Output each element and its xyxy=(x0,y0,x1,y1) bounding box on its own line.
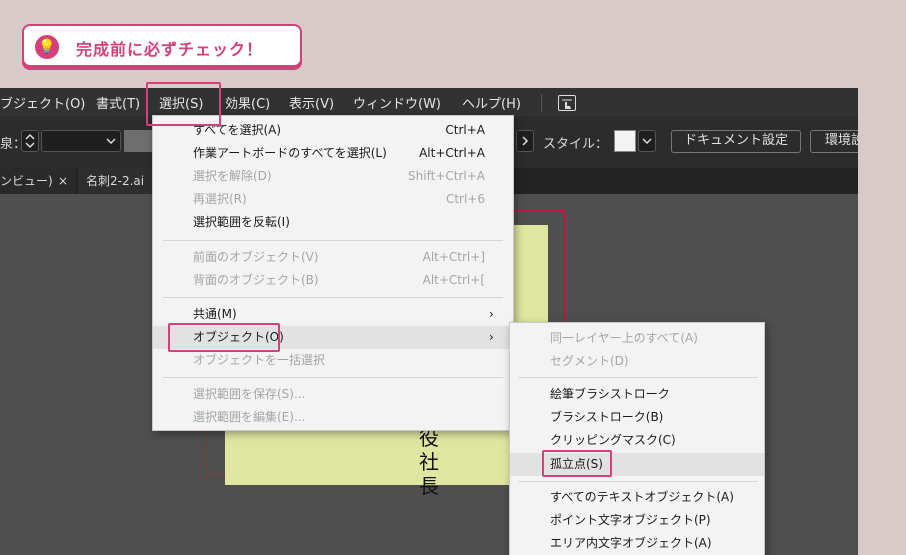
submenu-item-all-text[interactable]: すべてのテキストオブジェクト(A) xyxy=(510,486,764,509)
stroke-width-select[interactable] xyxy=(41,130,121,152)
menu-item-edit-selection[interactable]: 選択範囲を編集(E)... xyxy=(153,406,513,429)
menu-separator xyxy=(518,377,758,378)
highlight-select-menu xyxy=(146,82,221,126)
menu-item-next-object-below[interactable]: 背面のオブジェクト(B) Alt+Ctrl+[ xyxy=(153,269,513,292)
submenu-item-segments[interactable]: セグメント(D) xyxy=(510,350,764,373)
menu-separator xyxy=(518,481,758,482)
menu-view[interactable]: 表示(V) xyxy=(289,93,334,112)
submenu-item-bristle-brush[interactable]: 絵筆ブラシストローク xyxy=(510,383,764,406)
menu-item-reselect[interactable]: 再選択(R) Ctrl+6 xyxy=(153,188,513,211)
lightbulb-icon: 💡 xyxy=(35,35,59,59)
menu-item-next-object-above[interactable]: 前面のオブジェクト(V) Alt+Ctrl+] xyxy=(153,246,513,269)
chevron-right-icon: › xyxy=(489,307,494,321)
tab-preview[interactable]: ンビュー) × xyxy=(0,168,76,194)
badge-text: 完成前に必ずチェック！ xyxy=(76,40,264,59)
tab-meishi[interactable]: 名刺2-2.ai xyxy=(78,168,158,194)
highlight-stray-points xyxy=(542,450,612,477)
tab-meishi-label: 名刺2-2.ai xyxy=(86,174,145,188)
highlight-object-item xyxy=(168,323,280,352)
style-label: スタイル： xyxy=(543,137,609,152)
stroke-stepper[interactable] xyxy=(21,130,39,152)
check-badge: 💡 完成前に必ずチェック！ xyxy=(22,24,302,67)
chevron-right-icon: › xyxy=(489,330,494,344)
menu-item-deselect[interactable]: 選択を解除(D) Shift+Ctrl+A xyxy=(153,165,513,188)
menubar: ブジェクト(O) 書式(T) 選択(S) 効果(C) 表示(V) ウィンドウ(W… xyxy=(0,88,858,116)
menu-separator xyxy=(163,377,503,378)
submenu-item-same-layer[interactable]: 同一レイヤー上のすべて(A) xyxy=(510,327,764,350)
menu-object[interactable]: ブジェクト(O) xyxy=(0,93,85,112)
object-submenu: 同一レイヤー上のすべて(A) セグメント(D) 絵筆ブラシストローク ブラシスト… xyxy=(509,322,765,555)
menubar-divider xyxy=(541,94,542,112)
menu-type[interactable]: 書式(T) xyxy=(96,93,140,112)
submenu-item-clipping-mask[interactable]: クリッピングマスク(C) xyxy=(510,429,764,452)
menu-item-bulk-select[interactable]: オブジェクトを一括選択 xyxy=(153,349,513,372)
close-icon[interactable]: × xyxy=(58,168,68,194)
tab-preview-label: ンビュー) xyxy=(0,174,53,188)
chevron-right-icon[interactable] xyxy=(516,130,534,152)
style-swatch[interactable] xyxy=(614,130,636,152)
menu-separator xyxy=(163,297,503,298)
submenu-item-area-text[interactable]: エリア内文字オブジェクト(A) xyxy=(510,532,764,555)
select-menu-dropdown: すべてを選択(A) Ctrl+A 作業アートボードのすべてを選択(L) Alt+… xyxy=(152,115,514,431)
menu-window[interactable]: ウィンドウ(W) xyxy=(353,93,441,112)
preferences-button[interactable]: 環境設 xyxy=(810,130,858,153)
document-settings-button[interactable]: ドキュメント設定 xyxy=(671,130,801,153)
menu-item-save-selection[interactable]: 選択範囲を保存(S)... xyxy=(153,383,513,406)
menu-item-select-artboard[interactable]: 作業アートボードのすべてを選択(L) Alt+Ctrl+A xyxy=(153,142,513,165)
hand-cursor-icon[interactable] xyxy=(558,95,576,111)
submenu-item-point-text[interactable]: ポイント文字オブジェクト(P) xyxy=(510,509,764,532)
menu-help[interactable]: ヘルプ(H) xyxy=(462,93,521,112)
menu-effect[interactable]: 効果(C) xyxy=(225,93,270,112)
chevron-down-icon[interactable] xyxy=(638,130,656,152)
menu-item-inverse[interactable]: 選択範囲を反転(I) xyxy=(153,211,513,234)
menu-separator xyxy=(163,240,503,241)
submenu-item-brush-strokes[interactable]: ブラシストローク(B) xyxy=(510,406,764,429)
